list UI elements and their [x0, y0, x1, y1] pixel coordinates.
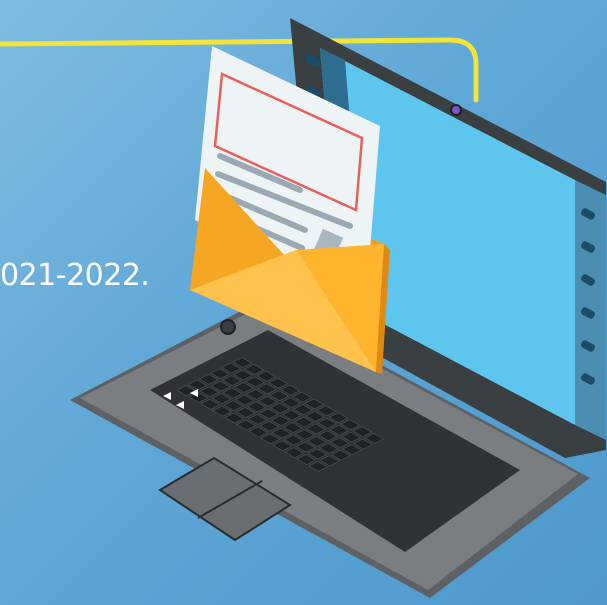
power-icon — [220, 319, 236, 335]
camera-icon — [450, 104, 462, 116]
illustration-scene: 021-2022. — [0, 0, 607, 605]
laptop-email-illustration — [0, 18, 606, 598]
year-range-text: 021-2022. — [0, 258, 150, 293]
